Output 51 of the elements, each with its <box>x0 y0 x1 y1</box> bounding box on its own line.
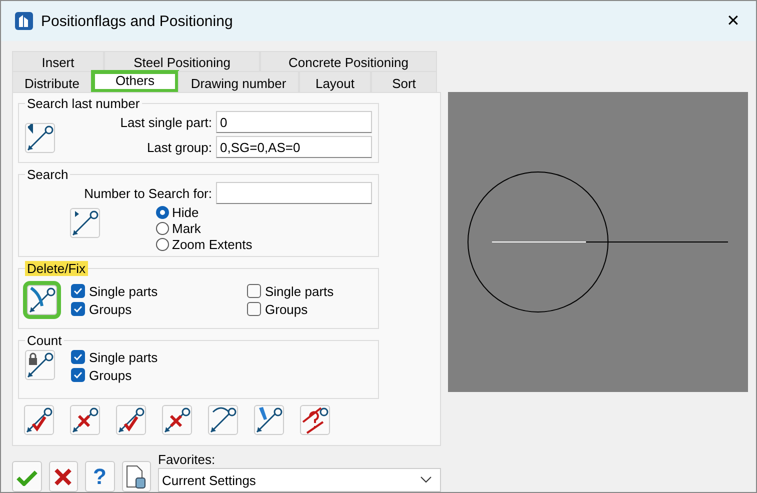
checkbox[interactable] <box>71 368 85 382</box>
checkbox[interactable] <box>71 302 85 316</box>
radio-label: Zoom Extents <box>172 236 252 252</box>
field-label: Number to Search for: <box>84 186 212 200</box>
checkbox[interactable] <box>247 302 261 316</box>
input-field[interactable]: 0,SG=0,AS=0 <box>216 136 372 158</box>
checkbox-label: Single parts <box>89 284 158 298</box>
group-title: Search last number <box>26 96 141 111</box>
lock-line-icon <box>26 351 54 379</box>
favorites-dropdown[interactable]: Current Settings <box>158 468 441 492</box>
tab[interactable]: Concrete Positioning <box>260 51 437 71</box>
check-icon <box>16 468 38 486</box>
tab[interactable]: Steel Positioning <box>104 51 260 71</box>
checkbox-label: Single parts <box>265 284 334 298</box>
checkbox-label: Single parts <box>89 350 158 364</box>
checkbox-label: Groups <box>89 368 132 382</box>
document-database-icon <box>125 464 148 488</box>
chevron-down-icon <box>420 476 432 484</box>
input-field[interactable]: 0 <box>216 111 372 133</box>
tab[interactable]: Insert <box>12 51 104 71</box>
group-title: Count <box>26 333 63 348</box>
tab[interactable]: Drawing number <box>178 71 299 92</box>
window-title: Positionflags and Positioning <box>41 12 234 30</box>
cancel-button[interactable] <box>48 461 78 492</box>
close-button[interactable]: ✕ <box>710 1 756 41</box>
favorites-label: Favorites: <box>158 452 216 467</box>
app-icon <box>15 12 33 30</box>
checkbox-label: Groups <box>265 302 308 316</box>
checkbox-label: Groups <box>89 302 132 316</box>
checkbox[interactable] <box>247 284 261 298</box>
radio-label: Hide <box>172 204 199 220</box>
icon-button[interactable] <box>25 350 55 380</box>
ok-button[interactable] <box>12 461 42 492</box>
document-button[interactable] <box>122 461 151 492</box>
tab[interactable]: Distribute <box>12 71 92 92</box>
tab[interactable]: Sort <box>371 71 437 92</box>
tab[interactable]: Others <box>92 71 178 92</box>
radio-button[interactable] <box>156 222 169 234</box>
field-label: Last group: <box>146 140 212 154</box>
input-field[interactable] <box>216 182 372 204</box>
field-label: Last single part: <box>120 114 212 130</box>
checkbox[interactable] <box>71 350 85 364</box>
tab[interactable]: Layout <box>299 71 371 92</box>
radio-label: Mark <box>172 220 201 236</box>
help-button[interactable]: ? <box>85 461 114 492</box>
radio-button[interactable] <box>156 206 169 218</box>
group-title: Delete/Fix <box>25 261 88 276</box>
checkbox[interactable] <box>71 284 85 298</box>
cross-icon <box>53 466 74 486</box>
group-title: Search <box>26 167 70 182</box>
radio-button[interactable] <box>156 238 169 250</box>
